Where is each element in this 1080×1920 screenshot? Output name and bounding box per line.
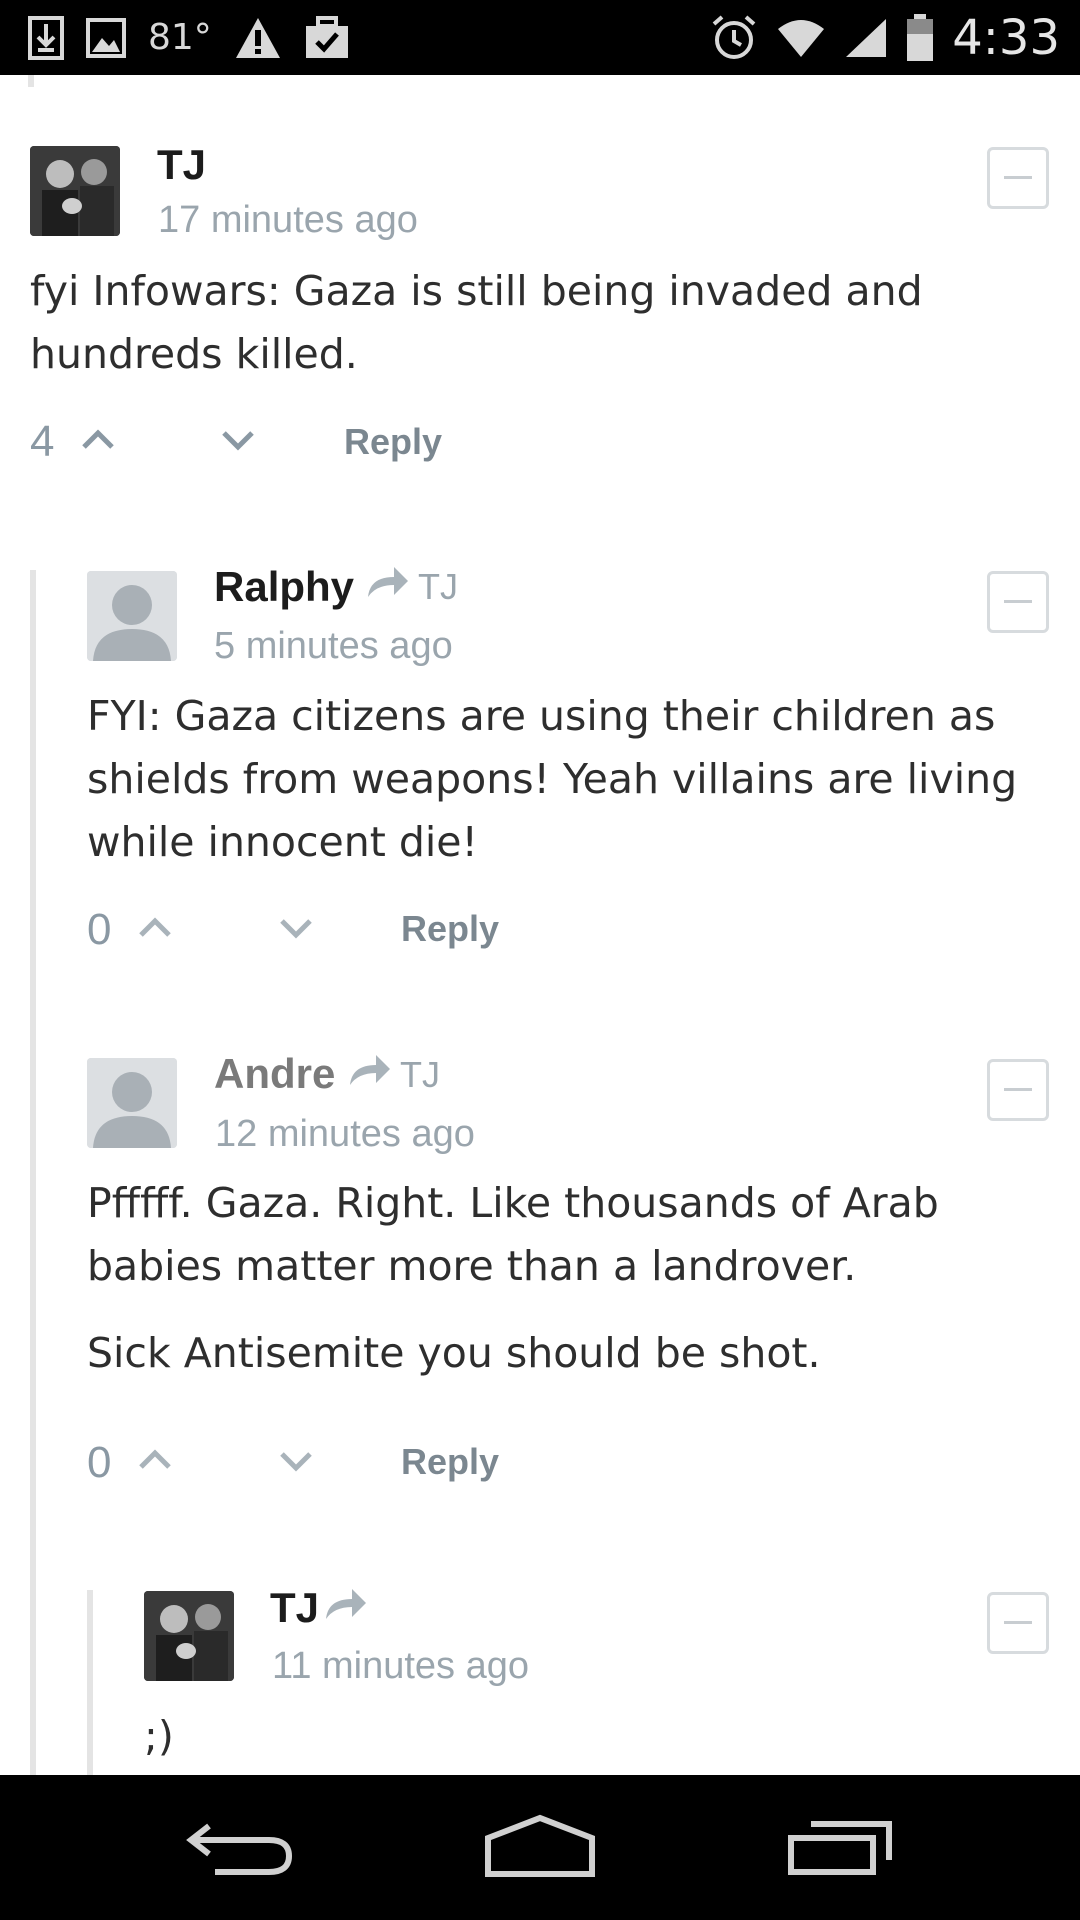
vote-count: 4 — [30, 417, 55, 466]
upvote-icon[interactable] — [137, 915, 173, 943]
reply-to[interactable]: TJ — [348, 1053, 440, 1096]
comment-author[interactable]: Andre — [214, 1050, 335, 1098]
avatar[interactable] — [87, 571, 177, 661]
vote-count: 0 — [87, 1438, 112, 1487]
comment-body: ;) — [144, 1712, 174, 1760]
reply-button[interactable]: Reply — [401, 1441, 499, 1483]
reply-to[interactable]: TJ — [366, 565, 458, 608]
image-icon — [86, 17, 126, 58]
reply-arrow-icon — [366, 565, 410, 608]
avatar[interactable] — [144, 1591, 234, 1681]
downvote-icon[interactable] — [278, 1450, 314, 1478]
temperature-label: 81° — [148, 17, 212, 58]
back-button[interactable] — [140, 1775, 340, 1920]
back-icon — [185, 1816, 295, 1880]
comment-body: FYI: Gaza citizens are using their child… — [87, 692, 1018, 866]
avatar[interactable] — [30, 146, 120, 236]
reply-arrow-icon — [348, 1053, 392, 1096]
collapse-button[interactable] — [987, 571, 1049, 633]
recents-button[interactable] — [740, 1775, 940, 1920]
comment-body-paragraph-2: Sick Antisemite you should be shot. — [87, 1329, 821, 1377]
download-icon — [28, 15, 64, 60]
alarm-icon — [710, 14, 758, 62]
comment-timestamp[interactable]: 11 minutes ago — [272, 1645, 529, 1688]
home-icon — [482, 1814, 598, 1882]
avatar[interactable] — [87, 1058, 177, 1148]
signal-icon — [844, 17, 888, 59]
thread-line-level-2 — [87, 1590, 93, 1775]
status-bar: 81° 4:33 — [0, 0, 1080, 75]
thread-line-top — [28, 75, 34, 87]
comment-author[interactable]: TJ — [157, 141, 206, 189]
wifi-icon — [776, 17, 826, 59]
home-button[interactable] — [440, 1775, 640, 1920]
comment-timestamp[interactable]: 12 minutes ago — [215, 1113, 475, 1156]
comment-body: fyi Infowars: Gaza is still being invade… — [30, 267, 923, 378]
reply-to-name: TJ — [400, 1053, 440, 1095]
reply-arrow-icon — [324, 1587, 368, 1621]
collapse-button[interactable] — [987, 1059, 1049, 1121]
warning-icon — [234, 16, 282, 60]
thread-line-level-1 — [30, 570, 36, 1775]
reply-button[interactable]: Reply — [344, 421, 442, 463]
upvote-icon[interactable] — [137, 1447, 173, 1475]
reply-to-name: TJ — [418, 565, 458, 607]
comment-author[interactable]: Ralphy — [214, 563, 354, 611]
collapse-button[interactable] — [987, 147, 1049, 209]
comments-list[interactable]: TJ 17 minutes ago fyi Infowars: Gaza is … — [0, 75, 1080, 1775]
briefcase-check-icon — [304, 15, 350, 60]
comment-timestamp[interactable]: 5 minutes ago — [214, 625, 453, 668]
collapse-button[interactable] — [987, 1592, 1049, 1654]
downvote-icon[interactable] — [220, 429, 256, 457]
comment-timestamp[interactable]: 17 minutes ago — [158, 199, 418, 242]
comment-author[interactable]: TJ — [270, 1584, 319, 1632]
recents-icon — [785, 1816, 895, 1880]
reply-button[interactable]: Reply — [401, 908, 499, 950]
navigation-bar — [0, 1775, 1080, 1920]
vote-count: 0 — [87, 905, 112, 954]
clock-label: 4:33 — [952, 9, 1060, 66]
comment-body: Pfffff. Gaza. Right. Like thousands of A… — [87, 1179, 939, 1290]
upvote-icon[interactable] — [80, 427, 116, 455]
battery-icon — [906, 13, 934, 62]
downvote-icon[interactable] — [278, 917, 314, 945]
